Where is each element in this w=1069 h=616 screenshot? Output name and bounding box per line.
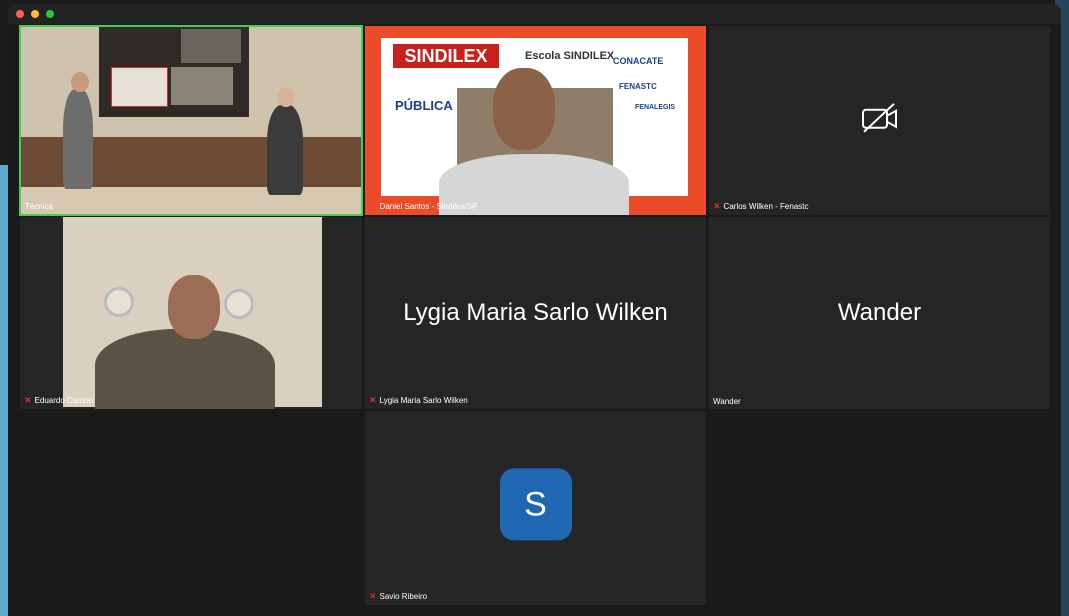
avatar: S xyxy=(499,468,572,541)
participant-display-name: Wander xyxy=(837,299,922,326)
participant-body xyxy=(95,329,275,409)
participant-display-name: Lygia Maria Sarlo Wilken xyxy=(403,299,668,326)
video-tile-carlos-wilken[interactable]: ✕ Carlos Wilken - Fenastc xyxy=(708,25,1051,216)
participant-name: Eduardo Carrion xyxy=(34,396,94,405)
conacate-logo: CONACATE xyxy=(613,56,664,66)
participant-name: Carlos Wilken - Fenastc xyxy=(723,202,809,211)
fenalegis-logo: FENALEGIS xyxy=(635,104,676,111)
close-window-button[interactable] xyxy=(16,10,24,18)
projected-tile xyxy=(171,67,233,105)
fenastc-logo: FENASTC xyxy=(619,82,657,91)
sindilex-logo: SINDILEX xyxy=(393,44,499,68)
mic-muted-icon: ✕ xyxy=(369,395,377,405)
video-tile-tecnica[interactable]: Técnica xyxy=(19,25,363,216)
video-tile-daniel-santos[interactable]: SINDILEX Escola SINDILEX PÚBLICA CONACAT… xyxy=(364,25,707,216)
participant-name-label: ✕ Lygia Maria Sarlo Wilken xyxy=(369,395,468,406)
participant-name-label: Técnica xyxy=(25,202,53,211)
participant-name: Wander xyxy=(713,397,741,406)
video-tile-eduardo-carrion[interactable]: ✕ Eduardo Carrion xyxy=(19,216,363,410)
meeting-window: Técnica SINDILEX Escola SINDILEX PÚBLICA… xyxy=(8,4,1061,616)
participant-head xyxy=(168,275,220,339)
participant-name-label: ✕ Savio Ribeiro xyxy=(369,591,427,602)
participant-name: Savio Ribeiro xyxy=(379,592,428,601)
presenter-left xyxy=(63,89,93,189)
desktop-background-accent xyxy=(0,165,8,616)
video-tile-wander[interactable]: Wander Wander xyxy=(708,216,1051,410)
wall-decoration xyxy=(224,289,254,319)
participant-name: Daniel Santos - Sindilex/SP xyxy=(379,202,478,211)
camera-off-icon xyxy=(861,102,897,133)
projected-tile xyxy=(111,67,168,107)
fullscreen-window-button[interactable] xyxy=(46,10,54,18)
publica-logo: PÚBLICA xyxy=(395,98,453,113)
mic-muted-icon: ✕ xyxy=(24,395,32,405)
title-bar xyxy=(8,4,1061,24)
wall-decoration xyxy=(104,287,134,317)
participant-name-label: ✕ Daniel Santos - Sindilex/SP xyxy=(369,201,477,212)
stage xyxy=(21,187,361,214)
participant-name-label: ✕ Eduardo Carrion xyxy=(24,395,93,406)
presenter-right-head xyxy=(277,87,295,107)
participant-name-label: ✕ Carlos Wilken - Fenastc xyxy=(713,201,808,212)
escola-sindilex-logo: Escola SINDILEX xyxy=(525,50,615,62)
presenter-right xyxy=(267,105,303,195)
video-tile-lygia-wilken[interactable]: Lygia Maria Sarlo Wilken ✕ Lygia Maria S… xyxy=(364,216,707,410)
participant-name: Técnica xyxy=(25,202,54,211)
mic-muted-icon: ✕ xyxy=(713,201,721,211)
projected-tile xyxy=(181,29,241,63)
presenter-left-head xyxy=(71,72,89,92)
participant-name: Lygia Maria Sarlo Wilken xyxy=(379,396,468,405)
speaker-head xyxy=(493,68,555,150)
minimize-window-button[interactable] xyxy=(31,10,39,18)
mic-muted-icon: ✕ xyxy=(369,591,377,601)
mic-muted-icon: ✕ xyxy=(369,201,377,211)
participant-name-label: Wander xyxy=(713,397,741,406)
video-tile-savio-ribeiro[interactable]: S ✕ Savio Ribeiro xyxy=(364,410,707,606)
